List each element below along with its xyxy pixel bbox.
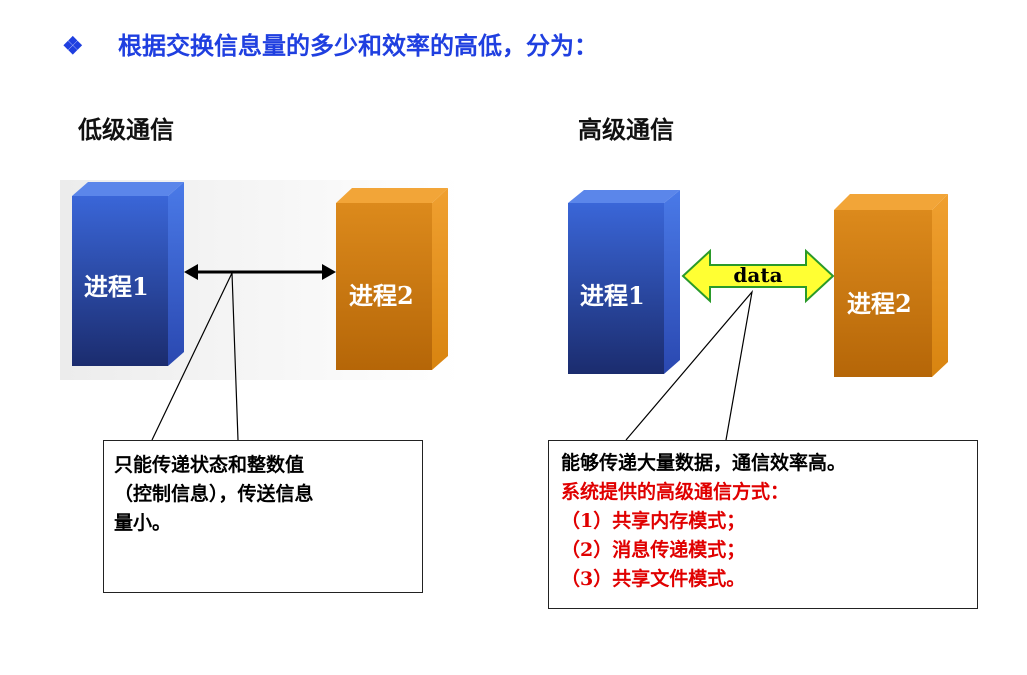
high-note-red-line: （2）消息传递模式； [561, 539, 746, 561]
high-process1-label: 进程1 [580, 281, 645, 310]
low-process2-label: 进程2 [349, 281, 414, 310]
high-note-red-line: （1）共享内存模式； [561, 510, 746, 532]
high-note-red-line: 系统提供的高级通信方式： [561, 481, 790, 503]
data-arrow-label: data [733, 263, 783, 287]
low-callout-box: 只能传递状态和整数值 （控制信息），传送信息 量小。 [103, 440, 423, 593]
high-process2-label: 进程2 [847, 289, 912, 318]
high-callout-box: 能够传递大量数据，通信效率高。 系统提供的高级通信方式： （1）共享内存模式； … [548, 440, 978, 609]
low-note-line: 只能传递状态和整数值 [114, 454, 305, 476]
low-note-line: （控制信息），传送信息 [114, 483, 314, 505]
low-process1-label: 进程1 [84, 272, 149, 301]
high-note-line: 能够传递大量数据，通信效率高。 [561, 452, 847, 474]
high-note-red-line: （3）共享文件模式。 [561, 568, 746, 590]
low-note-line: 量小。 [114, 512, 172, 534]
